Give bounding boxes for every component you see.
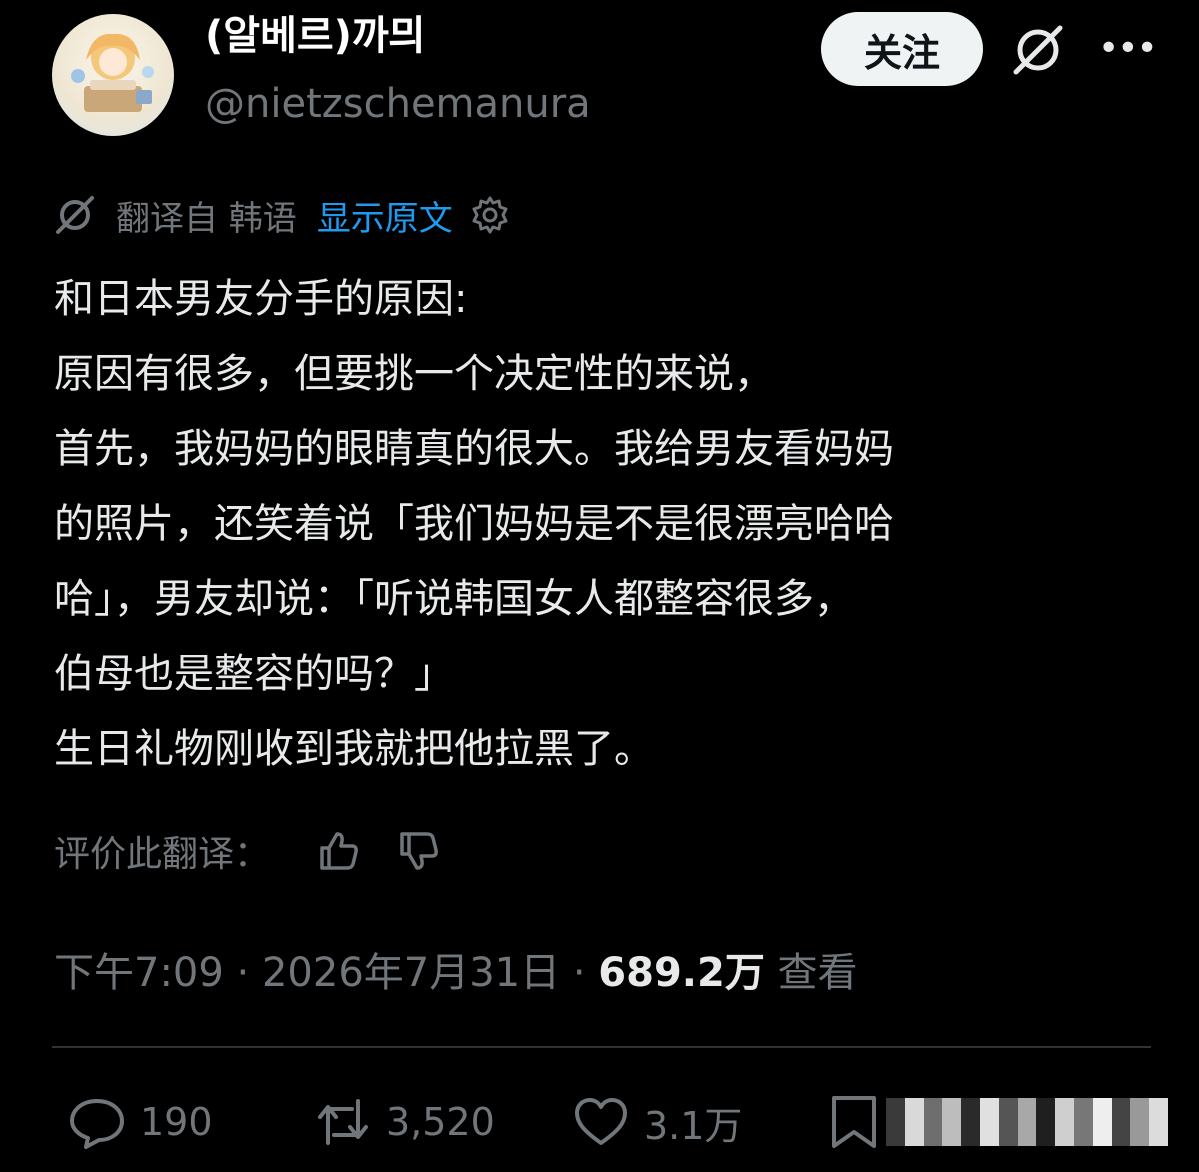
more-icon[interactable]: •••: [1098, 31, 1158, 67]
like-count: 3.1万: [644, 1103, 743, 1148]
post-line: 哈」，男友却说：「听说韩国女人都整容很多，: [54, 576, 854, 622]
views-label: 查看: [777, 950, 858, 996]
grok-icon: [56, 196, 94, 234]
post-line: 原因有很多，但要挑一个决定性的来说，: [54, 351, 774, 397]
repost-button[interactable]: 3,520: [314, 1094, 495, 1150]
post-text: 和日本男友分手的原因: 原因有很多，但要挑一个决定性的来说， 首先，我妈妈的眼睛…: [54, 262, 1154, 787]
post-line: 伯母也是整容的吗？」: [54, 651, 454, 697]
blurred-watermark: [886, 1098, 1168, 1146]
user-handle[interactable]: @nietzschemanura: [205, 84, 591, 124]
divider: [52, 1046, 1151, 1048]
repost-icon: [318, 1099, 368, 1145]
show-original-link[interactable]: 显示原文: [317, 191, 453, 240]
post-line: 首先，我妈妈的眼睛真的很大。我给男友看妈妈: [54, 426, 894, 472]
thumbs-up-icon[interactable]: [316, 828, 362, 874]
reply-button[interactable]: 190: [68, 1094, 213, 1150]
reply-count: 190: [140, 1100, 213, 1144]
post-meta: 下午7:09 · 2026年7月31日 · 689.2万 查看: [54, 940, 858, 998]
follow-button[interactable]: 关注: [821, 12, 983, 86]
display-name[interactable]: (알베르)까믜: [205, 16, 426, 56]
post-line: 生日礼物刚收到我就把他拉黑了。: [54, 726, 654, 772]
translated-from-label: 翻译自 韩语: [116, 198, 297, 239]
like-button[interactable]: 3.1万: [572, 1094, 742, 1150]
grok-icon[interactable]: [1010, 22, 1066, 78]
views-count: 689.2万: [598, 950, 765, 996]
rate-translation-label: 评价此翻译：: [54, 834, 271, 875]
bookmark-icon[interactable]: [828, 1094, 880, 1150]
post-line: 和日本男友分手的原因:: [54, 276, 468, 322]
post-line: 的照片，还笑着说「我们妈妈是不是很漂亮哈哈: [54, 501, 894, 547]
repost-count: 3,520: [386, 1100, 495, 1144]
meta-separator: ·: [223, 950, 262, 996]
translation-bar: 翻译自 韩语 显示原文: [54, 191, 511, 240]
like-icon: [575, 1098, 627, 1145]
post-date[interactable]: 2026年7月31日: [262, 950, 560, 996]
thumbs-down-icon[interactable]: [396, 828, 442, 874]
meta-separator: ·: [560, 950, 599, 996]
reply-icon: [70, 1099, 124, 1149]
rate-translation: 评价此翻译：: [54, 826, 476, 876]
gear-icon[interactable]: [469, 194, 511, 236]
avatar[interactable]: [52, 14, 174, 136]
post-time[interactable]: 下午7:09: [54, 950, 224, 996]
